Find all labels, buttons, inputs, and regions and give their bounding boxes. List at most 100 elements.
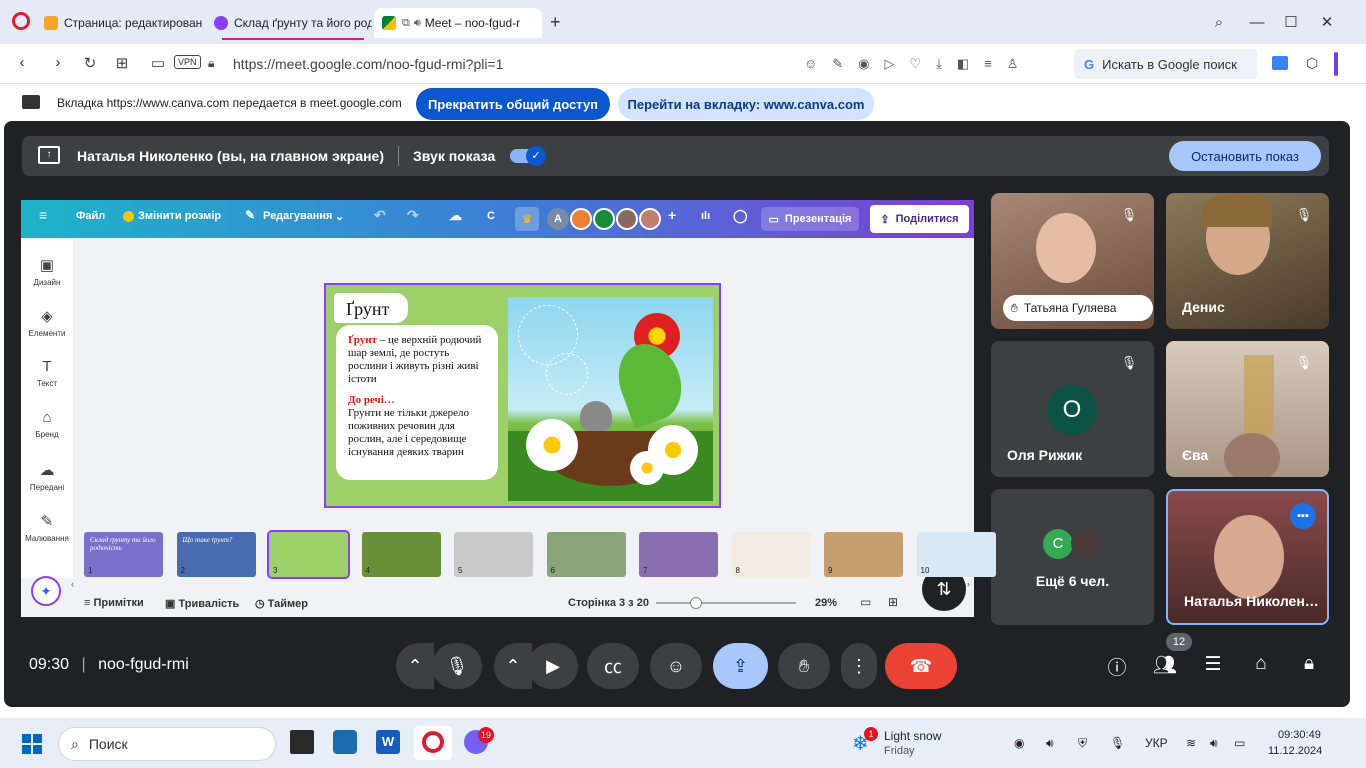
participant-tile[interactable]: 🎙︎ Єва [1166, 341, 1329, 477]
sidebar-item-draw[interactable]: ✎ Малювання [21, 512, 73, 543]
lock-icon[interactable]: 🔒︎ [208, 56, 214, 71]
taskbar-search[interactable]: ⌕ Поиск [58, 727, 276, 761]
sidebar-item-elements[interactable]: ◈ Елементи [21, 307, 73, 338]
mic-tray-icon[interactable]: 🎙︎ [1110, 736, 1125, 750]
reload-icon[interactable]: ↻ [80, 54, 100, 72]
volume-icon[interactable]: 🔊︎ [1210, 736, 1218, 751]
wifi-icon[interactable]: ≋ [1186, 736, 1196, 750]
forward-icon[interactable]: › [48, 54, 68, 71]
chat-icon[interactable]: ☰ [1199, 653, 1227, 681]
self-tile[interactable]: ▪▪▪ Наталья Николен… [1166, 489, 1329, 625]
slide-thumbnail[interactable]: 7 [639, 532, 718, 577]
magic-icon[interactable]: ✦ [31, 576, 61, 606]
camera-icon[interactable]: ▭ [148, 54, 168, 72]
sidebar-item-design[interactable]: ▣ Дизайн [21, 256, 73, 287]
scroll-right-icon[interactable]: › [967, 579, 970, 589]
avatar[interactable] [616, 208, 638, 230]
file-menu[interactable]: Файл [76, 210, 105, 222]
present-button[interactable]: ▭ Презентація [761, 207, 859, 231]
tab-grid-icon[interactable]: ⊞ [112, 54, 132, 72]
clock-time[interactable]: 09:30:49 [1278, 729, 1321, 741]
slide-thumbnail[interactable]: Що таке ґрунт? 2 [176, 532, 256, 577]
analytics-icon[interactable]: ılı [701, 210, 710, 222]
avatar[interactable]: A [547, 208, 569, 230]
store-icon[interactable] [333, 730, 357, 754]
timer-button[interactable]: ◷ Таймер [255, 597, 308, 610]
notes-button[interactable]: ≡ Примітки [84, 597, 144, 609]
back-icon[interactable]: ‹ [12, 54, 32, 71]
more-options-button[interactable]: ⋮ [841, 643, 877, 689]
slide-thumbnail[interactable]: 5 [454, 532, 533, 577]
participant-tile[interactable]: 🎙︎ ✋︎ Татьяна Гуляева [991, 193, 1154, 329]
meeting-details-icon[interactable]: ⓘ [1103, 653, 1131, 681]
microphone-button[interactable]: 🎙︎ [432, 643, 482, 689]
viber-tray-icon[interactable]: ◉ [1014, 736, 1024, 750]
slide-thumbnail[interactable]: Склад ґрунту та його родючість 1 [84, 532, 163, 577]
tab-meet[interactable]: ⧉ 🔊︎ Meet – noo-fgud-r [374, 8, 542, 38]
volume-tray-icon[interactable]: 🔊︎ [1046, 736, 1054, 751]
edit-menu[interactable]: Редагування [263, 210, 332, 222]
reactions-button[interactable]: ☺ [650, 643, 702, 689]
task-view-icon[interactable] [290, 730, 314, 754]
google-search-box[interactable]: G Искать в Google поиск [1074, 49, 1257, 79]
sidebar-item-uploads[interactable]: ☁ Передані [21, 461, 73, 492]
search-tabs-icon[interactable]: ⌕ [1202, 8, 1236, 36]
battery-icon[interactable]: ▭ [1234, 736, 1245, 750]
shield-tray-icon[interactable]: ⛨ [1078, 736, 1087, 751]
stop-sharing-button[interactable]: Прекратить общий доступ [416, 88, 610, 120]
present-screen-button[interactable]: ⇪ [713, 643, 768, 689]
video-settings-chevron-icon[interactable]: ⌃ [494, 643, 532, 689]
crown-button-icon[interactable]: ♛ [515, 207, 539, 231]
minimize-button[interactable]: — [1240, 8, 1274, 36]
clock-date[interactable]: 11.12.2024 [1268, 745, 1322, 757]
avatar[interactable] [570, 208, 592, 230]
scroll-left-icon[interactable]: ‹ [71, 579, 74, 589]
slide-thumbnail[interactable]: 3 [267, 530, 350, 579]
opera-logo[interactable] [12, 12, 30, 30]
slide-thumbnail[interactable]: 6 [546, 532, 626, 577]
avatar[interactable] [639, 208, 661, 230]
page-view-icon[interactable]: ▭ [860, 595, 871, 609]
audio-toggle[interactable]: ✓ [510, 146, 546, 166]
activities-icon[interactable]: ⌂ [1247, 653, 1275, 681]
participant-tile[interactable]: O 🎙︎ Оля Рижик [991, 341, 1154, 477]
opera-taskbar-button[interactable] [414, 726, 452, 760]
new-tab-button[interactable]: + [550, 12, 561, 33]
undo-icon[interactable]: ↶ [374, 207, 386, 224]
captions-button[interactable]: ㏄ [587, 643, 639, 689]
language-indicator[interactable]: УКР [1145, 736, 1168, 750]
raise-hand-button[interactable]: ✋︎ [778, 643, 830, 689]
avatar[interactable] [593, 208, 615, 230]
sidebar-item-brand[interactable]: ⌂ Бренд [21, 409, 73, 439]
close-button[interactable]: ✕ [1310, 8, 1344, 36]
menu-icon[interactable]: ≡ [39, 207, 47, 223]
camera-button[interactable]: ▶ [528, 643, 578, 689]
end-call-button[interactable]: ☎ [885, 643, 957, 689]
start-button[interactable] [22, 734, 42, 754]
more-participants-tile[interactable]: C Ещё 6 чел. [991, 489, 1154, 625]
stop-presenting-button[interactable]: Остановить показ [1169, 141, 1321, 171]
cube-icon[interactable]: ⬡ [1306, 55, 1318, 72]
people-icon[interactable]: 👥︎ [1151, 653, 1179, 681]
redo-icon[interactable]: ↷ [407, 207, 419, 224]
audio-settings-chevron-icon[interactable]: ⌃ [396, 643, 434, 689]
host-controls-icon[interactable]: 🔒︎ [1295, 653, 1323, 681]
slide-thumbnail[interactable]: 9 [824, 532, 903, 577]
tab-canva[interactable]: Склад ґрунту та його род [206, 8, 372, 38]
extension-icon[interactable] [1272, 56, 1288, 70]
grid-view-icon[interactable]: ⊞ [888, 595, 898, 609]
url-field[interactable]: https://meet.google.com/noo-fgud-rmi?pli… [233, 56, 503, 72]
add-collaborator-icon[interactable]: + [668, 207, 676, 223]
chevron-down-icon[interactable]: ⌄ [335, 210, 344, 223]
resize-menu[interactable]: Змінити розмір [138, 210, 221, 222]
zoom-slider-handle[interactable] [690, 597, 702, 609]
participant-tile[interactable]: 🎙︎ Денис [1166, 193, 1329, 329]
address-actions[interactable]: ☺✎◉▷♡⤓◧≡♙ [804, 56, 1033, 72]
duration-button[interactable]: ▣ Тривалість [165, 597, 239, 610]
comment-icon[interactable]: ◯ [733, 208, 748, 224]
slide-thumbnail[interactable]: 8 [731, 532, 811, 577]
tab-page-editor[interactable]: Страница: редактирован [36, 8, 204, 38]
goto-tab-button[interactable]: Перейти на вкладку: www.canva.com [618, 88, 874, 120]
vpn-badge[interactable]: VPN [174, 55, 201, 69]
share-button[interactable]: ⇪ Поділитися [870, 205, 969, 233]
